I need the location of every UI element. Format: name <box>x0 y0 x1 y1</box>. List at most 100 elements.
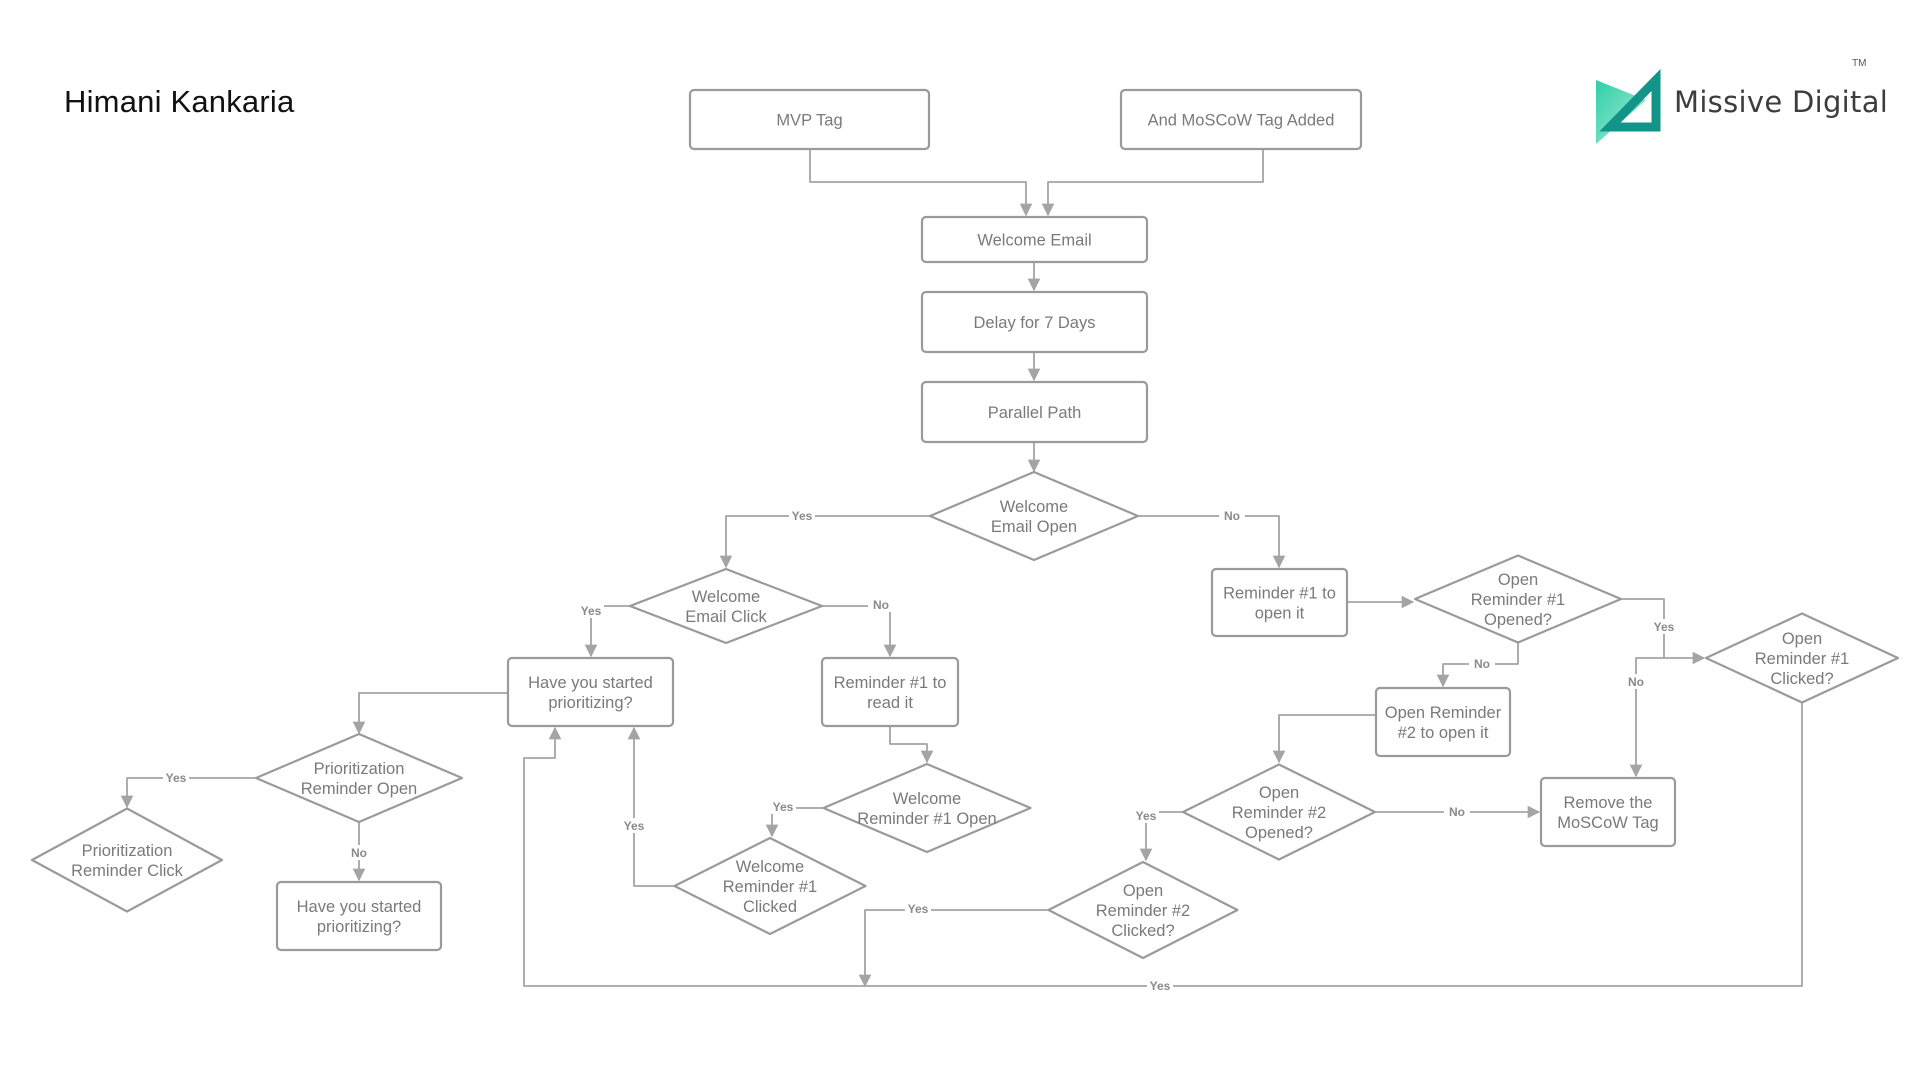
node-welcome-open[interactable]: Welcome Email Open <box>928 470 1140 562</box>
node-label: Clicked? <box>1111 922 1174 940</box>
edge-label-yes: Yes <box>581 604 602 618</box>
node-label: Prioritization <box>314 760 405 778</box>
edge-label-yes: Yes <box>792 509 813 523</box>
node-wrem1-open[interactable]: Welcome Reminder #1 Open <box>822 762 1032 854</box>
node-label: Open <box>1259 784 1299 802</box>
connector-orem2-open-it-to-orem2-opened <box>1272 714 1376 764</box>
edge-label-no: No <box>1449 805 1465 819</box>
node-label: Parallel Path <box>988 404 1082 422</box>
process-box <box>1539 776 1677 848</box>
connector-orem2-clicked-to-started-mid <box>858 909 1049 988</box>
node-label: Reminder #1 to <box>834 674 947 692</box>
node-label: Reminder #1 <box>1471 591 1565 609</box>
node-label: Open <box>1123 882 1163 900</box>
node-label: Open <box>1782 630 1822 648</box>
node-delay[interactable]: Delay for 7 Days <box>920 290 1149 354</box>
connector-rem1-read-to-wrem1-open <box>889 726 934 764</box>
node-orem1-clicked[interactable]: Open Reminder #1 Clicked? <box>1704 612 1900 704</box>
node-label: Welcome Email <box>977 232 1091 250</box>
node-label: prioritizing? <box>548 694 632 712</box>
node-orem2-opened[interactable]: Open Reminder #2 Opened? <box>1181 763 1377 861</box>
node-label: Delay for 7 Days <box>974 314 1096 332</box>
node-moscow-tag[interactable]: And MoSCoW Tag Added <box>1119 88 1363 151</box>
connector-mvp-tag-to-welcome-email <box>809 149 1033 217</box>
node-label: Reminder #1 to <box>1223 585 1336 603</box>
edge-label-yes: Yes <box>624 819 645 833</box>
node-label: Reminder #1 <box>723 878 817 896</box>
node-label: And MoSCoW Tag Added <box>1148 112 1335 130</box>
flowchart: MVP Tag And MoSCoW Tag Added Welcome Email… <box>30 88 1900 993</box>
edge-label-yes: Yes <box>1150 979 1171 993</box>
process-box <box>1374 686 1512 758</box>
node-rem1-open-it[interactable]: Reminder #1 to open it <box>1210 567 1349 638</box>
connector-started-mid-to-prio-open <box>352 692 508 735</box>
node-wrem1-clicked[interactable]: Welcome Reminder #1 Clicked <box>673 836 867 936</box>
edge-label-no: No <box>351 846 367 860</box>
node-label: Opened? <box>1245 824 1313 842</box>
edge-label-no: No <box>1224 509 1240 523</box>
decision-diamond <box>254 732 464 824</box>
node-label: Reminder #2 <box>1232 804 1326 822</box>
edge-label-yes: Yes <box>1136 809 1157 823</box>
node-label: Clicked <box>743 898 797 916</box>
process-box <box>506 656 675 728</box>
connector-prio-open-to-prio-click <box>120 777 256 809</box>
node-label: #2 to open it <box>1398 724 1489 742</box>
node-label: Have you started <box>297 898 422 916</box>
node-label: Open Reminder <box>1385 704 1502 722</box>
edge-label-yes: Yes <box>1654 620 1675 634</box>
node-welcome-click[interactable]: Welcome Email Click <box>628 567 824 645</box>
node-prio-open[interactable]: Prioritization Reminder Open <box>254 732 464 824</box>
node-label: Remove the <box>1564 794 1653 812</box>
connector-wrem1-clicked-to-started-mid <box>627 726 674 887</box>
node-label: Reminder Open <box>301 780 417 798</box>
node-prio-click[interactable]: Prioritization Reminder Click <box>30 807 224 913</box>
node-orem2-clicked[interactable]: Open Reminder #2 Clicked? <box>1047 860 1239 960</box>
decision-diamond <box>628 567 824 645</box>
node-label: Reminder Click <box>71 862 184 880</box>
node-label: MVP Tag <box>776 112 842 130</box>
node-label: Opened? <box>1484 611 1552 629</box>
connector-welcome-open-to-welcome-click <box>719 515 930 569</box>
connector-moscow-tag-to-welcome-email <box>1041 149 1264 217</box>
node-label: MoSCoW Tag <box>1557 814 1658 832</box>
node-label: Email Open <box>991 518 1077 536</box>
node-label: prioritizing? <box>317 918 401 936</box>
node-remove-moscow[interactable]: Remove the MoSCoW Tag <box>1539 776 1677 848</box>
node-label: Welcome <box>893 790 961 808</box>
process-box <box>275 880 443 952</box>
node-label: open it <box>1255 605 1305 623</box>
node-mvp-tag[interactable]: MVP Tag <box>688 88 931 151</box>
node-label: Have you started <box>528 674 653 692</box>
edge-label-yes: Yes <box>908 902 929 916</box>
edge-label-yes: Yes <box>773 800 794 814</box>
edge-label-no: No <box>1474 657 1490 671</box>
node-label: read it <box>867 694 913 712</box>
node-orem1-opened[interactable]: Open Reminder #1 Opened? <box>1413 554 1623 644</box>
node-label: Welcome <box>1000 498 1068 516</box>
decision-diamond <box>822 762 1032 854</box>
node-label: Reminder #1 <box>1755 650 1849 668</box>
edge-label-no: No <box>1628 675 1644 689</box>
node-label: Open <box>1498 571 1538 589</box>
edge-label-no: No <box>873 598 889 612</box>
node-label: Clicked? <box>1770 670 1833 688</box>
node-label: Welcome <box>736 858 804 876</box>
node-started-bottom[interactable]: Have you started prioritizing? <box>275 880 443 952</box>
node-label: Email Click <box>685 608 767 626</box>
node-label: Welcome <box>692 588 760 606</box>
decision-diamond <box>30 807 224 913</box>
node-label: Prioritization <box>82 842 173 860</box>
node-started-mid[interactable]: Have you started prioritizing? <box>506 656 675 728</box>
node-label: Reminder #2 <box>1096 902 1190 920</box>
process-box <box>1210 567 1349 638</box>
connector-welcome-open-to-rem1-open-it <box>1138 515 1286 569</box>
decision-diamond <box>928 470 1140 562</box>
node-parallel[interactable]: Parallel Path <box>920 380 1149 444</box>
edge-label-yes: Yes <box>166 771 187 785</box>
node-label: Reminder #1 Open <box>857 810 996 828</box>
node-rem1-read[interactable]: Reminder #1 to read it <box>820 656 960 728</box>
connector-welcome-click-to-rem1-read <box>822 605 897 658</box>
node-welcome-email[interactable]: Welcome Email <box>920 215 1149 264</box>
node-orem2-open-it[interactable]: Open Reminder #2 to open it <box>1374 686 1512 758</box>
